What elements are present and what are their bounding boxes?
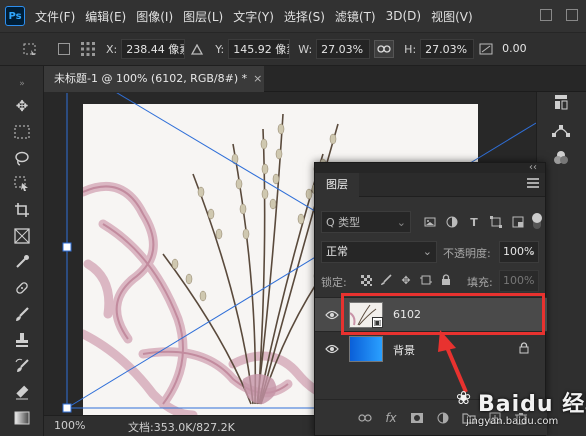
filter-type-icon[interactable]: T — [467, 215, 481, 229]
adjustments-icon[interactable] — [551, 92, 571, 112]
triangle-delta-icon[interactable] — [189, 41, 205, 57]
brush-tool-icon[interactable] — [12, 304, 32, 324]
layers-panel-header: 图层 — [315, 173, 545, 197]
lock-image-pixels-icon[interactable] — [379, 273, 393, 287]
x-position-field[interactable]: 238.44 像素 — [121, 39, 186, 59]
highlight-annotation-box — [341, 293, 545, 335]
filter-pixel-icon[interactable] — [423, 215, 437, 229]
lock-artboard-icon[interactable] — [419, 273, 433, 287]
tab-layers[interactable]: 图层 — [315, 173, 359, 197]
maximize-icon[interactable] — [566, 9, 578, 21]
link-layers-icon[interactable] — [357, 410, 373, 426]
filter-toggle[interactable] — [532, 213, 542, 229]
eyedropper-tool-icon[interactable] — [12, 252, 32, 272]
layer-name[interactable]: 背景 — [393, 342, 415, 358]
layer-thumbnail[interactable] — [349, 336, 383, 362]
collapse-toolbar-icon[interactable]: » — [12, 74, 32, 94]
restore-icon[interactable] — [540, 9, 552, 21]
menu-type[interactable]: 文字(Y) — [228, 8, 279, 25]
menu-select[interactable]: 选择(S) — [279, 8, 330, 25]
collapse-panel-icon[interactable]: ‹‹ — [529, 162, 537, 173]
h-label: H: — [404, 42, 417, 56]
add-mask-icon[interactable] — [409, 410, 425, 426]
history-brush-tool-icon[interactable] — [12, 356, 32, 376]
layer-style-fx-icon[interactable]: fx — [383, 410, 399, 426]
lasso-tool-icon[interactable] — [12, 148, 32, 168]
window-controls — [518, 9, 578, 23]
kind-filter-select[interactable]: Q 类型 ⌄ — [321, 211, 411, 233]
clone-stamp-tool-icon[interactable] — [12, 330, 32, 350]
opacity-label: 不透明度: — [443, 247, 491, 260]
visibility-eye-icon[interactable] — [325, 343, 339, 355]
marquee-tool-icon[interactable] — [12, 122, 32, 142]
lock-label: 锁定: — [321, 276, 347, 289]
transform-handle-left[interactable] — [62, 242, 72, 252]
new-adjustment-layer-icon[interactable] — [435, 410, 451, 426]
menu-image[interactable]: 图像(I) — [131, 8, 178, 25]
reference-point-toggle-icon[interactable] — [56, 41, 72, 57]
document-tab-title: 未标题-1 @ 100% (6102, RGB/8#) * — [54, 72, 248, 85]
w-label: W: — [298, 42, 313, 56]
height-field[interactable]: 27.03% — [420, 39, 475, 59]
opacity-field[interactable]: 100% ⌄ — [499, 241, 539, 263]
watermark-text: Baidu 经验 — [478, 392, 586, 417]
frame-tool-icon[interactable] — [12, 226, 32, 246]
chevron-down-icon: ⌄ — [422, 245, 432, 258]
menu-filter[interactable]: 滤镜(T) — [330, 8, 381, 25]
filter-adjustment-icon[interactable] — [445, 215, 459, 229]
fill-field[interactable]: 100% — [499, 270, 539, 292]
filter-shape-icon[interactable] — [489, 215, 503, 229]
gradient-tool-icon[interactable] — [12, 408, 32, 428]
lock-position-icon[interactable]: ✥ — [399, 273, 413, 287]
options-bar: X: 238.44 像素 Y: 145.92 像素 W: 27.03% H: 2… — [0, 32, 586, 66]
width-field[interactable]: 27.03% — [316, 39, 371, 59]
layer-row-background[interactable]: 背景 — [315, 331, 547, 365]
blend-mode-select[interactable]: 正常 ⌄ — [321, 241, 437, 263]
y-label: Y: — [215, 42, 225, 56]
chevron-down-icon: ⌄ — [396, 215, 406, 229]
menu-bar: Ps 文件(F) 编辑(E) 图像(I) 图层(L) 文字(Y) 选择(S) 滤… — [0, 0, 586, 32]
move-tool-icon[interactable]: ✥ — [12, 96, 32, 116]
tools-panel: » ✥ — [0, 66, 44, 436]
blend-mode-value: 正常 — [326, 245, 348, 258]
lock-icon — [519, 342, 529, 357]
filter-smart-object-icon[interactable] — [511, 215, 525, 229]
visibility-eye-icon[interactable] — [325, 309, 339, 321]
document-tab[interactable]: 未标题-1 @ 100% (6102, RGB/8#) * × — [44, 66, 264, 92]
menu-layer[interactable]: 图层(L) — [178, 8, 228, 25]
rotate-angle-icon[interactable] — [478, 41, 494, 57]
reference-point-grid-icon[interactable] — [80, 41, 96, 57]
photoshop-logo-icon: Ps — [5, 6, 25, 26]
x-label: X: — [106, 42, 118, 56]
menu-file[interactable]: 文件(F) — [30, 8, 80, 25]
transform-tool-icon[interactable] — [22, 41, 38, 57]
panel-top-bar: ‹‹ — [315, 162, 545, 173]
paths-icon[interactable] — [551, 120, 571, 140]
zoom-level[interactable]: 100% — [54, 419, 85, 432]
y-position-field[interactable]: 145.92 像素 — [228, 39, 291, 59]
menu-3d[interactable]: 3D(D) — [381, 9, 426, 23]
watermark-url: jingyan.baidu.com — [466, 416, 559, 427]
eraser-tool-icon[interactable] — [12, 382, 32, 402]
baidu-watermark: ❀ Baidu 经验 jingyan.baidu.com — [452, 376, 586, 436]
fill-label: 填充: — [467, 276, 493, 289]
menu-view[interactable]: 视图(V) — [426, 8, 478, 25]
transform-handle-bottom-left[interactable] — [62, 403, 72, 413]
menu-edit[interactable]: 编辑(E) — [80, 8, 131, 25]
object-selection-tool-icon[interactable] — [12, 174, 32, 194]
panel-menu-icon[interactable] — [527, 178, 539, 188]
document-tab-bar: 未标题-1 @ 100% (6102, RGB/8#) * × — [44, 66, 586, 92]
lock-transparent-pixels-icon[interactable] — [359, 273, 373, 287]
channels-icon[interactable] — [551, 148, 571, 168]
crop-tool-icon[interactable] — [12, 200, 32, 220]
close-tab-icon[interactable]: × — [253, 72, 262, 85]
chevron-down-icon: ⌄ — [528, 247, 536, 257]
lock-all-icon[interactable] — [439, 273, 453, 287]
kind-filter-label: Q 类型 — [326, 216, 361, 229]
baidu-paw-logo-icon: ❀ — [456, 388, 472, 409]
angle-field[interactable]: 0.00 — [498, 39, 536, 59]
document-size-info[interactable]: 文档:353.0K/827.2K — [128, 419, 235, 435]
link-icon[interactable] — [374, 40, 395, 58]
healing-brush-tool-icon[interactable] — [12, 278, 32, 298]
